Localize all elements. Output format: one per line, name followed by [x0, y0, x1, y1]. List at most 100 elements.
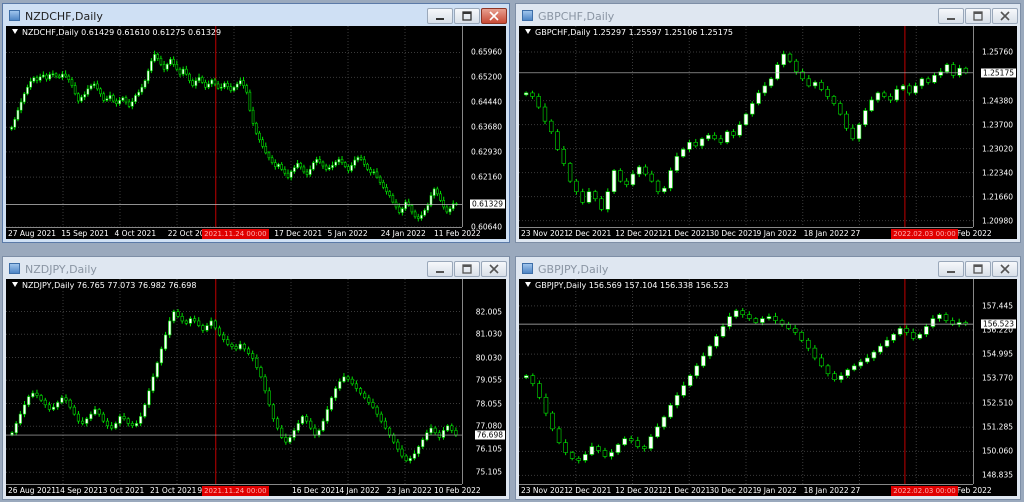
candle — [642, 444, 647, 452]
candle — [168, 317, 172, 338]
dropdown-triangle-icon[interactable] — [525, 29, 531, 34]
chart-window-nzdchf[interactable]: NZDCHF,Daily NZDCHF,Daily 0.61429 0.6161… — [2, 3, 510, 243]
candle-body — [450, 425, 454, 431]
candle-body — [22, 404, 27, 415]
restore-button[interactable] — [965, 261, 991, 277]
candle-body — [555, 131, 560, 150]
chart-window-nzdjpy[interactable]: NZDJPY,Daily NZDJPY,Daily 76.765 77.073 … — [2, 256, 510, 500]
candle-body — [57, 75, 61, 78]
candle-body — [286, 172, 290, 178]
candle-body — [385, 187, 388, 192]
candle-body — [299, 163, 303, 168]
candle-body — [561, 149, 567, 164]
candle — [919, 77, 925, 89]
candle-body — [115, 100, 118, 104]
candle-body — [105, 98, 109, 101]
minimize-icon — [947, 271, 955, 273]
candle-body — [944, 64, 950, 73]
close-icon — [1000, 11, 1010, 21]
candle-body — [270, 157, 274, 163]
candle-body — [245, 85, 249, 93]
candle-body — [766, 316, 772, 319]
candle-body — [951, 64, 956, 76]
candle-body — [930, 318, 936, 327]
price-chart[interactable]: GBPCHF,Daily 1.25297 1.25597 1.25106 1.2… — [519, 26, 1017, 239]
candle — [910, 328, 916, 341]
restore-button[interactable] — [965, 8, 991, 24]
minimize-button[interactable] — [427, 261, 453, 277]
candle-body — [924, 326, 929, 335]
candle-body — [563, 442, 568, 453]
candle-body — [159, 58, 163, 65]
candle — [164, 331, 168, 351]
x-tick-label: 21 Dec 2021 — [662, 229, 711, 238]
candle-body — [146, 70, 150, 81]
price-chart[interactable]: NZDJPY,Daily 76.765 77.073 76.982 76.698… — [6, 279, 506, 496]
restore-button[interactable] — [454, 8, 480, 24]
candle — [162, 60, 166, 73]
candle — [130, 421, 134, 429]
x-tick-label: 4 Oct 2021 — [114, 229, 157, 238]
y-tick-label: 0.63680 — [470, 122, 502, 132]
close-button[interactable] — [481, 8, 507, 24]
y-tick-label: 0.65960 — [470, 47, 502, 57]
candle-body — [441, 430, 446, 438]
candle-body — [429, 427, 433, 434]
candle-body — [630, 173, 636, 185]
dropdown-triangle-icon[interactable] — [525, 282, 531, 287]
chart-window-gbpjpy[interactable]: GBPJPY,Daily GBPJPY,Daily 156.569 157.10… — [515, 256, 1021, 500]
candle-body — [188, 73, 191, 81]
price-chart[interactable]: NZDCHF,Daily 0.61429 0.61610 0.61275 0.6… — [6, 26, 506, 239]
candle-body — [347, 166, 350, 171]
candle-body — [238, 343, 242, 350]
candle — [648, 434, 654, 451]
y-tick-label: 1.25760 — [981, 47, 1013, 57]
dropdown-triangle-icon[interactable] — [12, 29, 18, 34]
candle — [605, 188, 610, 213]
minimize-button[interactable] — [938, 8, 964, 24]
candle-body — [89, 413, 93, 420]
candle-body — [239, 80, 242, 85]
close-button[interactable] — [992, 8, 1018, 24]
symbol-info[interactable]: GBPJPY,Daily 156.569 157.104 156.338 156… — [525, 281, 729, 290]
candle-body — [235, 83, 239, 88]
restore-button[interactable] — [454, 261, 480, 277]
y-tick-label: 77.080 — [475, 421, 502, 431]
candle — [766, 313, 772, 321]
close-button[interactable] — [992, 261, 1018, 277]
symbol-info[interactable]: GBPCHF,Daily 1.25297 1.25597 1.25106 1.2… — [525, 28, 733, 37]
minimize-button[interactable] — [938, 261, 964, 277]
y-tick-label: 1.22340 — [981, 168, 1013, 178]
candle — [242, 76, 245, 89]
candle — [433, 426, 437, 435]
symbol-info[interactable]: NZDJPY,Daily 76.765 77.073 76.982 76.698 — [12, 281, 196, 290]
candle-body — [432, 188, 436, 196]
minimize-button[interactable] — [427, 8, 453, 24]
price-chart[interactable]: GBPJPY,Daily 156.569 157.104 156.338 156… — [519, 279, 1017, 496]
candle — [359, 154, 363, 161]
candle-body — [938, 71, 943, 76]
candle-body — [404, 455, 408, 462]
candle-body — [615, 444, 621, 453]
chart-window-gbpchf[interactable]: GBPCHF,Daily GBPCHF,Daily 1.25297 1.2559… — [515, 3, 1021, 243]
candle-body — [425, 432, 429, 441]
candle — [718, 135, 724, 145]
candle-body — [51, 73, 55, 76]
candle — [556, 426, 562, 445]
candle — [350, 376, 354, 386]
candle-body — [436, 188, 439, 195]
candle-body — [583, 454, 588, 461]
candle — [309, 418, 313, 431]
candle — [542, 103, 548, 125]
candle — [413, 209, 417, 219]
candle — [81, 417, 85, 426]
candle — [10, 125, 13, 131]
symbol-info[interactable]: NZDCHF,Daily 0.61429 0.61610 0.61275 0.6… — [12, 28, 221, 37]
candle — [668, 402, 673, 419]
candle — [924, 323, 929, 338]
close-button[interactable] — [481, 261, 507, 277]
candle — [159, 55, 163, 67]
candle-body — [775, 64, 780, 80]
candle — [454, 427, 458, 437]
dropdown-triangle-icon[interactable] — [12, 282, 18, 287]
